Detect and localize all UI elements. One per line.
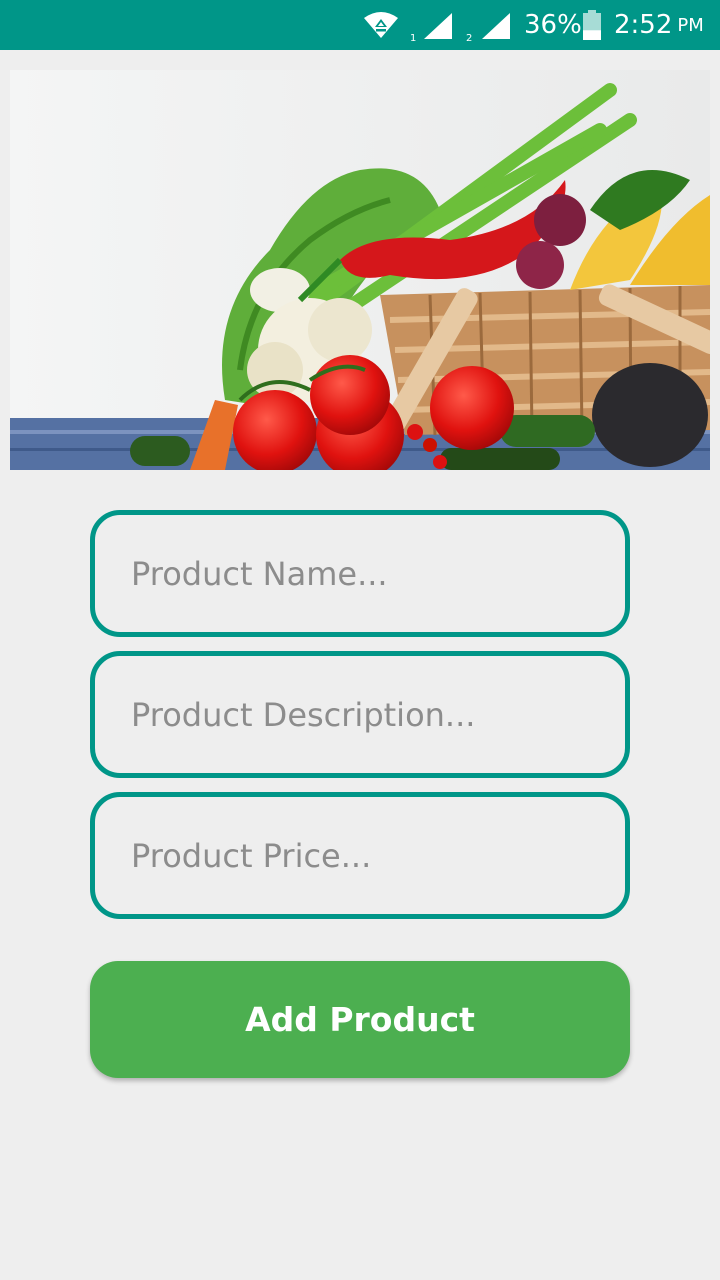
signal-sim2-icon: 2 [464, 0, 512, 50]
clock-time: 2:52 [614, 10, 673, 40]
sim2-label: 2 [466, 33, 472, 43]
signal-sim1-icon: 1 [408, 0, 454, 50]
clock-ampm: PM [677, 14, 704, 36]
product-price-input[interactable] [90, 792, 630, 919]
add-product-button[interactable]: Add Product [90, 961, 630, 1078]
battery-percent: 36% [524, 10, 582, 40]
status-bar: 1 2 36% 2:52 PM [0, 0, 720, 50]
wifi-icon [362, 0, 400, 50]
clock: 2:52 PM [614, 0, 704, 50]
vegetable-basket-image [10, 70, 710, 470]
sim1-label: 1 [410, 33, 416, 43]
product-name-input[interactable] [90, 510, 630, 637]
battery-icon [582, 0, 602, 50]
product-description-input[interactable] [90, 651, 630, 778]
